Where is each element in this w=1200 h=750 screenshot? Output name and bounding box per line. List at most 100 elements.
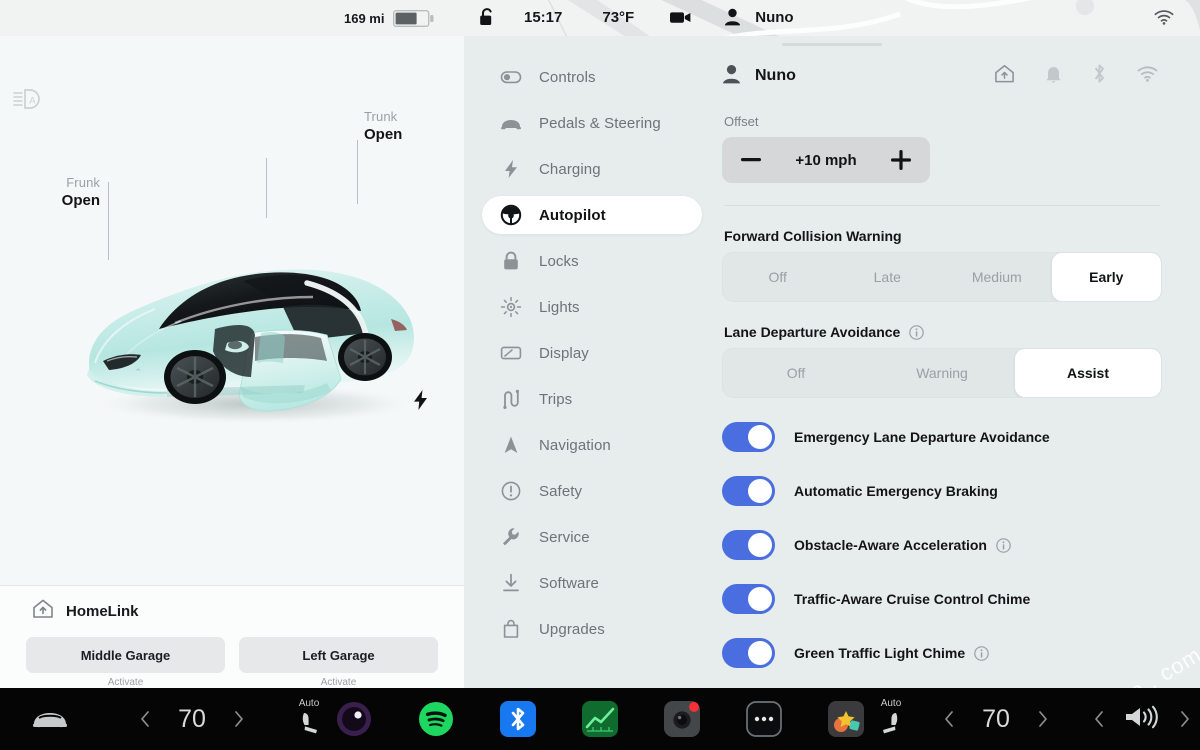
fcw-label-text: Forward Collision Warning [724, 228, 902, 244]
segment-option-medium[interactable]: Medium [942, 253, 1052, 301]
autopilot-toggle-list: Emergency Lane Departure Avoidance Automa… [722, 422, 1162, 668]
taskbar-app-icons [336, 701, 864, 737]
wifi-icon[interactable] [1154, 10, 1174, 30]
segment-option-off[interactable]: Off [723, 253, 833, 301]
offset-stepper[interactable]: +10 mph [722, 137, 930, 183]
sidebar-item-service[interactable]: Service [482, 518, 702, 556]
settings-sidebar: Controls Pedals & Steering Charging Autopil… [464, 36, 712, 688]
sidebar-item-label: Lights [539, 298, 580, 316]
left-garage-button[interactable]: Left Garage [239, 637, 438, 673]
person-icon [722, 64, 741, 89]
lda-label: Lane Departure Avoidance [724, 324, 1162, 340]
toybox-icon[interactable] [828, 701, 864, 737]
volume-decrease-button[interactable] [1090, 710, 1108, 728]
sidebar-item-label: Autopilot [539, 206, 606, 224]
dashcam-camera-icon[interactable] [670, 10, 692, 25]
driver-temp-increase-button[interactable] [230, 710, 248, 728]
sidebar-item-trips[interactable]: Trips [482, 380, 702, 418]
sidebar-item-controls[interactable]: Controls [482, 58, 702, 96]
seat-heater-icon [878, 710, 904, 741]
offset-decrease-button[interactable] [740, 149, 762, 171]
driver-seat-heater-button[interactable]: Auto [282, 698, 336, 741]
bell-icon[interactable] [1045, 64, 1062, 89]
segment-option-early[interactable]: Early [1051, 253, 1161, 301]
clock-label[interactable]: 15:17 [524, 9, 562, 26]
homelink-icon[interactable] [994, 63, 1015, 89]
toggle-switch[interactable] [722, 476, 775, 506]
sidebar-item-label: Trips [539, 390, 573, 408]
battery-status[interactable]: 169 mi [344, 10, 435, 27]
bluetooth-icon[interactable] [1092, 63, 1107, 89]
passenger-temp-value[interactable]: 70 [972, 705, 1020, 734]
segment-option-warning[interactable]: Warning [869, 349, 1015, 397]
sidebar-item-safety[interactable]: Safety [482, 472, 702, 510]
car-front-icon [500, 112, 522, 134]
info-icon[interactable] [909, 324, 925, 340]
trunk-callout[interactable]: Trunk Open [364, 108, 434, 144]
auto-headlight-icon[interactable]: A [12, 86, 42, 112]
segment-option-late[interactable]: Late [833, 253, 943, 301]
more-apps-icon[interactable] [746, 701, 782, 737]
dashcam-app-icon[interactable] [664, 701, 700, 737]
info-icon[interactable] [996, 537, 1011, 553]
profile-chip[interactable]: Nuno [722, 64, 796, 89]
download-icon [500, 572, 522, 594]
toggle-knob [748, 533, 772, 557]
toggle-label: Automatic Emergency Braking [794, 483, 998, 499]
sidebar-item-navigation[interactable]: Navigation [482, 426, 702, 464]
wifi-icon[interactable] [1137, 65, 1158, 87]
toggle-switch[interactable] [722, 638, 775, 668]
sidebar-item-upgrades[interactable]: Upgrades [482, 610, 702, 648]
volume-increase-button[interactable] [1176, 710, 1194, 728]
sidebar-item-locks[interactable]: Locks [482, 242, 702, 280]
driver-climate-control: 70 [136, 705, 248, 734]
toggle-knob [748, 425, 772, 449]
status-bar-center: 15:17 73°F Nuno [472, 7, 794, 27]
offset-label: Offset [724, 114, 759, 129]
sidebar-item-lights[interactable]: Lights [482, 288, 702, 326]
sidebar-item-autopilot[interactable]: Autopilot [482, 196, 702, 234]
voice-assistant-icon[interactable] [336, 701, 372, 737]
lda-segmented-control[interactable]: Off Warning Assist [722, 348, 1162, 398]
spotify-icon[interactable] [418, 701, 454, 737]
car-front-icon[interactable] [30, 705, 70, 733]
homelink-header: HomeLink [14, 598, 450, 624]
profile-name-label[interactable]: Nuno [755, 9, 793, 26]
sidebar-item-charging[interactable]: Charging [482, 150, 702, 188]
offset-increase-button[interactable] [890, 149, 912, 171]
person-icon[interactable] [724, 8, 741, 26]
toggle-switch[interactable] [722, 584, 775, 614]
homelink-title: HomeLink [66, 602, 139, 620]
shopping-bag-icon [500, 618, 522, 640]
passenger-temp-increase-button[interactable] [1034, 710, 1052, 728]
info-icon[interactable] [974, 645, 989, 661]
segment-option-off[interactable]: Off [723, 349, 869, 397]
fcw-segmented-control[interactable]: Off Late Medium Early [722, 252, 1162, 302]
passenger-climate-control: 70 [940, 705, 1052, 734]
passenger-seat-auto-label: Auto [880, 697, 902, 709]
middle-garage-button[interactable]: Middle Garage [26, 637, 225, 673]
toggle-switch[interactable] [722, 422, 775, 452]
segment-option-assist[interactable]: Assist [1015, 349, 1161, 397]
frunk-callout[interactable]: Frunk Open [48, 174, 100, 210]
passenger-temp-decrease-button[interactable] [940, 710, 958, 728]
driver-temp-decrease-button[interactable] [136, 710, 154, 728]
toggle-switch[interactable] [722, 530, 775, 560]
speaker-icon[interactable] [1122, 703, 1162, 736]
seat-heater-icon [296, 710, 322, 741]
bluetooth-app-icon[interactable] [500, 701, 536, 737]
unlocked-padlock-icon[interactable] [472, 7, 502, 27]
sidebar-item-pedals-steering[interactable]: Pedals & Steering [482, 104, 702, 142]
driver-temp-value[interactable]: 70 [168, 705, 216, 734]
toggle-row: Green Traffic Light Chime [722, 638, 1162, 668]
sidebar-item-display[interactable]: Display [482, 334, 702, 372]
temperature-label[interactable]: 73°F [602, 9, 634, 26]
passenger-seat-heater-button[interactable]: Auto [864, 698, 918, 741]
panel-header-icons [994, 63, 1162, 89]
sidebar-item-software[interactable]: Software [482, 564, 702, 602]
frunk-callout-title: Frunk [66, 175, 100, 190]
toggle-label-text: Green Traffic Light Chime [794, 645, 966, 661]
vehicle-image[interactable] [55, 211, 445, 426]
stocks-icon[interactable] [582, 701, 618, 737]
autopilot-settings-content: Nuno Offset +10 mph Forward Collision Wa… [712, 36, 1200, 688]
